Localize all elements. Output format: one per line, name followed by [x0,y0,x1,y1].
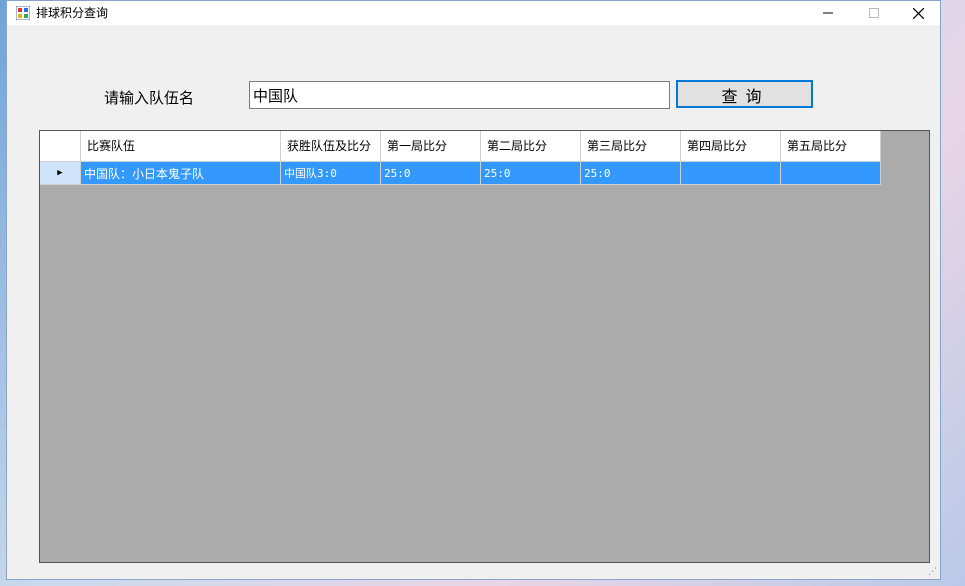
column-header-match-teams[interactable]: 比赛队伍 [81,131,281,162]
main-window: 排球积分查询 请输入队伍名 查询 比赛队伍 获胜队伍及比分 第一局比分 第二局比… [6,0,941,580]
table-row[interactable]: ▶ 中国队：小日本鬼子队 中国队3:0 25:0 25:0 25:0 [40,162,881,185]
team-name-label: 请输入队伍名 [104,89,195,107]
row-header[interactable]: ▶ [40,162,81,185]
cell-set2[interactable]: 25:0 [481,162,581,185]
app-icon [16,6,30,20]
cell-match-teams[interactable]: 中国队：小日本鬼子队 [81,162,281,185]
cell-set3[interactable]: 25:0 [581,162,681,185]
column-header-set4[interactable]: 第四局比分 [681,131,781,162]
results-grid[interactable]: 比赛队伍 获胜队伍及比分 第一局比分 第二局比分 第三局比分 第四局比分 第五局… [39,130,930,563]
cell-winner-score[interactable]: 中国队3:0 [281,162,381,185]
maximize-icon [869,8,879,18]
window-title: 排球积分查询 [36,6,109,20]
row-header-corner[interactable] [40,131,81,162]
cell-set5[interactable] [781,162,881,185]
column-header-set5[interactable]: 第五局比分 [781,131,881,162]
close-icon [912,7,924,19]
title-bar[interactable]: 排球积分查询 [7,1,940,25]
resize-grip-icon[interactable]: ⋰ [928,567,938,577]
close-button[interactable] [895,1,941,25]
column-header-set2[interactable]: 第二局比分 [481,131,581,162]
minimize-icon [823,12,833,14]
minimize-button[interactable] [805,1,851,25]
column-header-set3[interactable]: 第三局比分 [581,131,681,162]
grid-header-row: 比赛队伍 获胜队伍及比分 第一局比分 第二局比分 第三局比分 第四局比分 第五局… [40,131,881,162]
row-pointer-icon: ▶ [57,168,63,178]
maximize-button[interactable] [851,1,897,25]
team-name-input[interactable] [249,81,670,109]
cell-set1[interactable]: 25:0 [381,162,481,185]
cell-set4[interactable] [681,162,781,185]
query-button[interactable]: 查询 [676,80,813,108]
column-header-set1[interactable]: 第一局比分 [381,131,481,162]
column-header-winner-score[interactable]: 获胜队伍及比分 [281,131,381,162]
